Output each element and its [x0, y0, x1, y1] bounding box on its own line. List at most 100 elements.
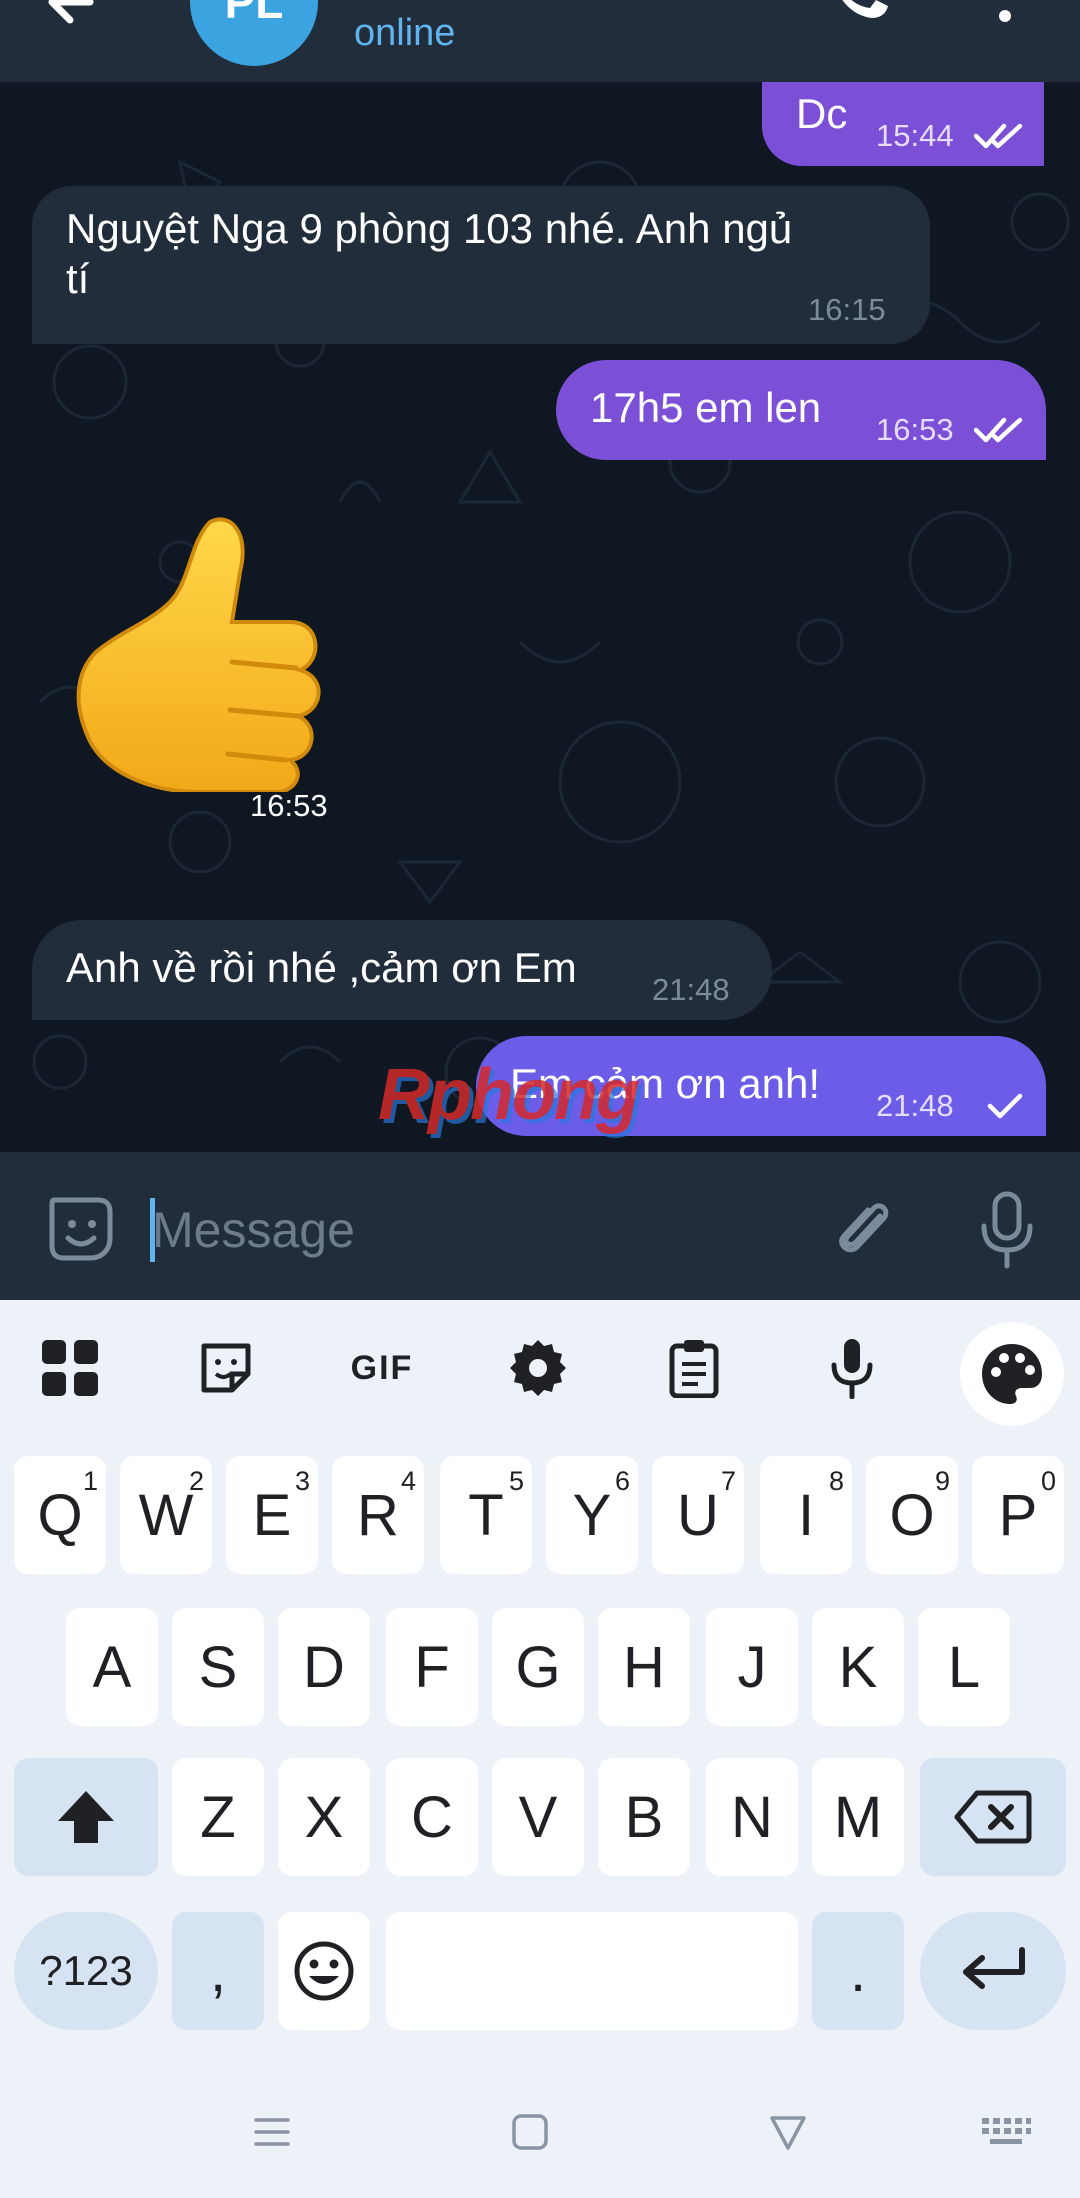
clipboard-button[interactable] — [654, 1334, 734, 1402]
key-f[interactable]: F — [386, 1608, 478, 1726]
key-label: K — [838, 1634, 878, 1700]
back-button[interactable] — [40, 0, 110, 40]
key-hint: 8 — [828, 1466, 844, 1496]
key-a[interactable]: A — [66, 1608, 158, 1726]
phone-icon — [842, 0, 888, 18]
system-navigation-bar — [0, 2064, 1080, 2198]
key-l[interactable]: L — [918, 1608, 1010, 1726]
key-t[interactable]: T5 — [440, 1456, 532, 1574]
shift-key[interactable] — [14, 1758, 158, 1876]
chat-area[interactable]: Dc 15:44 Nguyệt Nga 9 phòng 103 nhé. Anh… — [0, 82, 1080, 1152]
palette-icon — [982, 1344, 1042, 1404]
sticker-message[interactable]: 16:53 — [60, 502, 360, 832]
message-text: 17h5 em len — [590, 384, 822, 431]
key-o[interactable]: O9 — [866, 1456, 958, 1574]
key-e[interactable]: E3 — [226, 1456, 318, 1574]
gif-button[interactable]: GIF — [342, 1334, 422, 1402]
shift-arrow-icon — [58, 1791, 114, 1843]
key-label: ?123 — [39, 1947, 133, 1994]
attach-button[interactable] — [828, 1192, 902, 1266]
symbols-key[interactable]: ?123 — [14, 1912, 158, 2030]
apps-grid-button[interactable] — [30, 1334, 110, 1402]
thumbs-up-icon — [76, 517, 321, 792]
chat-header: PL online — [0, 0, 1080, 82]
home-icon[interactable] — [510, 2112, 550, 2152]
key-hint: 9 — [934, 1466, 950, 1496]
voice-message-button[interactable] — [976, 1190, 1038, 1270]
keyboard-voice-button[interactable] — [812, 1334, 892, 1402]
back-arrow-icon — [48, 0, 94, 24]
key-label: D — [303, 1634, 345, 1700]
key-label: W — [138, 1482, 194, 1548]
comma-key[interactable]: , — [172, 1912, 264, 2030]
message-input[interactable] — [152, 1196, 772, 1264]
space-key[interactable] — [386, 1912, 798, 2030]
sticker-button[interactable] — [186, 1334, 266, 1402]
message-bubble-outgoing[interactable]: Dc 15:44 — [762, 82, 1044, 166]
key-hint: 7 — [720, 1466, 736, 1496]
avatar[interactable]: PL — [190, 0, 318, 66]
key-label: A — [92, 1634, 132, 1700]
period-key[interactable]: . — [812, 1912, 904, 2030]
message-bubble-incoming[interactable]: Nguyệt Nga 9 phòng 103 nhé. Anh ngủ tí 1… — [32, 186, 930, 344]
theme-palette-button[interactable] — [960, 1322, 1064, 1426]
message-text-line: Nguyệt Nga 9 phòng 103 nhé. Anh ngủ — [66, 205, 793, 252]
key-s[interactable]: S — [172, 1608, 264, 1726]
message-bubble-incoming[interactable]: Anh về rồi nhé ,cảm ơn Em 21:48 — [32, 920, 772, 1020]
key-p[interactable]: P0 — [972, 1456, 1064, 1574]
key-hint: 5 — [508, 1466, 524, 1496]
keyboard-switch-icon[interactable] — [980, 2112, 1032, 2152]
more-options-button[interactable] — [990, 0, 1020, 34]
message-input-bar — [0, 1152, 1080, 1300]
key-w[interactable]: W2 — [120, 1456, 212, 1574]
key-m[interactable]: M — [812, 1758, 904, 1876]
key-label: X — [304, 1784, 344, 1850]
key-b[interactable]: B — [598, 1758, 690, 1876]
key-r[interactable]: R4 — [332, 1456, 424, 1574]
key-d[interactable]: D — [278, 1608, 370, 1726]
watermark: Rphong — [378, 1055, 640, 1135]
key-j[interactable]: J — [706, 1608, 798, 1726]
back-triangle-icon[interactable] — [768, 2112, 808, 2152]
key-label: Z — [200, 1784, 236, 1850]
sticker-smile-icon — [49, 1197, 113, 1261]
key-z[interactable]: Z — [172, 1758, 264, 1876]
key-label: P — [998, 1482, 1038, 1548]
key-c[interactable]: C — [386, 1758, 478, 1876]
key-hint: 6 — [614, 1466, 630, 1496]
key-g[interactable]: G — [492, 1608, 584, 1726]
key-label: I — [797, 1482, 815, 1548]
backspace-key[interactable] — [920, 1758, 1066, 1876]
call-button[interactable] — [832, 0, 892, 30]
key-label: N — [731, 1784, 773, 1850]
emoji-key[interactable] — [278, 1912, 370, 2030]
key-hint: 0 — [1040, 1466, 1056, 1496]
enter-key[interactable] — [920, 1912, 1066, 2030]
recent-apps-icon[interactable] — [252, 2112, 292, 2152]
key-label: V — [518, 1784, 558, 1850]
message-bubble-outgoing[interactable]: 17h5 em len 16:53 — [556, 360, 1046, 460]
grid-icon — [42, 1340, 98, 1396]
key-k[interactable]: K — [812, 1608, 904, 1726]
key-q[interactable]: Q1 — [14, 1456, 106, 1574]
key-y[interactable]: Y6 — [546, 1456, 638, 1574]
keyboard-settings-button[interactable] — [498, 1334, 578, 1402]
message-time: 16:53 — [250, 788, 328, 823]
key-label: U — [677, 1482, 719, 1548]
key-hint: 2 — [188, 1466, 204, 1496]
more-vertical-icon — [999, 10, 1011, 22]
key-i[interactable]: I8 — [760, 1456, 852, 1574]
message-time: 15:44 — [876, 118, 954, 153]
microphone-icon — [831, 1339, 873, 1399]
key-x[interactable]: X — [278, 1758, 370, 1876]
key-u[interactable]: U7 — [652, 1456, 744, 1574]
backspace-icon — [954, 1790, 1032, 1844]
key-n[interactable]: N — [706, 1758, 798, 1876]
key-label: R — [357, 1482, 399, 1548]
key-label: Y — [572, 1482, 612, 1548]
key-h[interactable]: H — [598, 1608, 690, 1726]
key-v[interactable]: V — [492, 1758, 584, 1876]
gear-icon — [510, 1340, 566, 1396]
emoji-sticker-button[interactable] — [44, 1192, 118, 1266]
key-hint: 3 — [294, 1466, 310, 1496]
